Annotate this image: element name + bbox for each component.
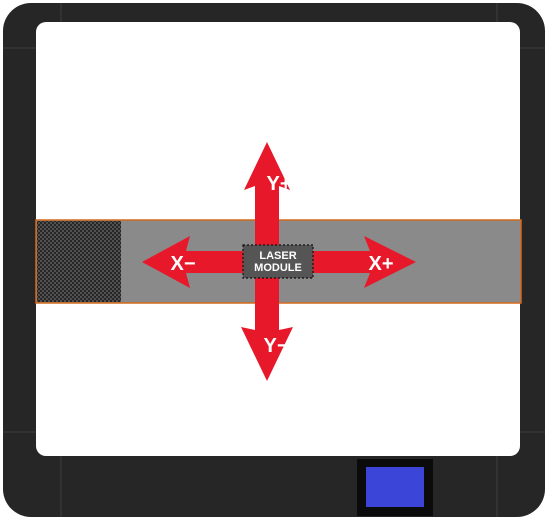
x-minus-label: X− <box>170 253 195 275</box>
control-display-screen[interactable] <box>366 467 424 507</box>
laser-module-line2: MODULE <box>254 262 302 274</box>
x-plus-label: X+ <box>368 253 393 275</box>
y-minus-label: Y− <box>263 335 288 357</box>
y-plus-label: Y+ <box>266 173 291 195</box>
laser-module-line1: LASER <box>259 250 296 262</box>
honeycomb-panel <box>37 221 121 302</box>
laser-machine-diagram: LASER MODULE Y+ Y− X+ X− <box>3 3 545 517</box>
